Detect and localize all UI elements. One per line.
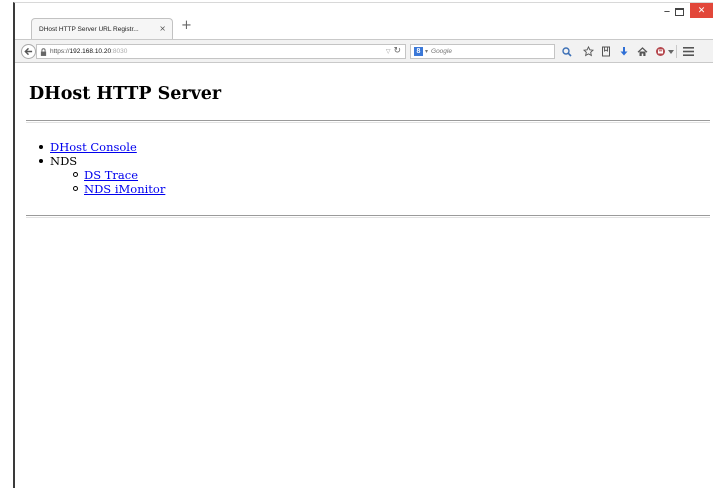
download-icon[interactable] [618, 46, 629, 57]
list-item: NDS DS Trace NDS iMonitor [39, 154, 165, 196]
back-button[interactable] [21, 44, 36, 59]
page-title: DHost HTTP Server [29, 84, 222, 104]
url-port: :8030 [111, 48, 128, 55]
close-window-button[interactable]: ✕ [690, 3, 713, 18]
browser-window: DHost HTTP Server URL Registr... × + – ✕… [13, 2, 713, 488]
nds-label: NDS [50, 154, 78, 168]
reading-list-icon[interactable] [600, 46, 611, 57]
browser-tab[interactable]: DHost HTTP Server URL Registr... × [31, 18, 173, 39]
minimize-button[interactable]: – [660, 5, 674, 21]
search-bar[interactable]: 8 ▾ [410, 44, 555, 59]
home-icon[interactable] [637, 46, 648, 57]
hamburger-menu-icon[interactable] [683, 46, 694, 57]
address-bar[interactable]: https://192.168.10.20:8030 ▽ ↻ [36, 44, 406, 59]
nds-sub-list: DS Trace NDS iMonitor [50, 168, 165, 196]
toolbar-separator [676, 45, 677, 58]
sub-list-item: NDS iMonitor [73, 182, 165, 196]
url-scheme: https:// [50, 48, 70, 55]
tab-close-icon[interactable]: × [159, 25, 166, 33]
new-tab-button[interactable]: + [181, 19, 192, 32]
url-host: 192.168.10.20 [69, 48, 112, 55]
horizontal-rule [26, 215, 710, 218]
search-icon[interactable] [561, 46, 572, 57]
ds-trace-link[interactable]: DS Trace [84, 168, 138, 182]
horizontal-rule [26, 120, 710, 123]
url-text[interactable]: https://192.168.10.20:8030 [50, 48, 386, 55]
search-engine-dropdown-icon[interactable]: ▾ [425, 48, 428, 55]
overflow-dropdown-icon[interactable] [667, 46, 674, 57]
nds-imonitor-link[interactable]: NDS iMonitor [84, 182, 165, 196]
search-input[interactable] [431, 48, 551, 55]
link-list: DHost Console NDS DS Trace NDS iMonitor [39, 140, 165, 196]
navigation-toolbar: https://192.168.10.20:8030 ▽ ↻ 8 ▾ [15, 39, 713, 63]
list-item: DHost Console [39, 140, 165, 154]
bookmark-star-icon[interactable] [583, 46, 594, 57]
url-dropdown-icon[interactable]: ▽ [386, 48, 391, 55]
sub-list-item: DS Trace [73, 168, 165, 182]
extension-icon[interactable] [655, 46, 666, 57]
search-engine-icon[interactable]: 8 [414, 47, 423, 56]
back-arrow-icon [24, 47, 33, 56]
maximize-button[interactable] [675, 8, 684, 16]
lock-icon [40, 47, 47, 56]
tab-strip: DHost HTTP Server URL Registr... × + – ✕ [15, 3, 713, 39]
dhost-console-link[interactable]: DHost Console [50, 140, 137, 154]
tab-title: DHost HTTP Server URL Registr... [39, 25, 139, 33]
page-content: DHost HTTP Server DHost Console NDS DS T… [15, 63, 713, 488]
reload-icon[interactable]: ↻ [393, 47, 401, 56]
